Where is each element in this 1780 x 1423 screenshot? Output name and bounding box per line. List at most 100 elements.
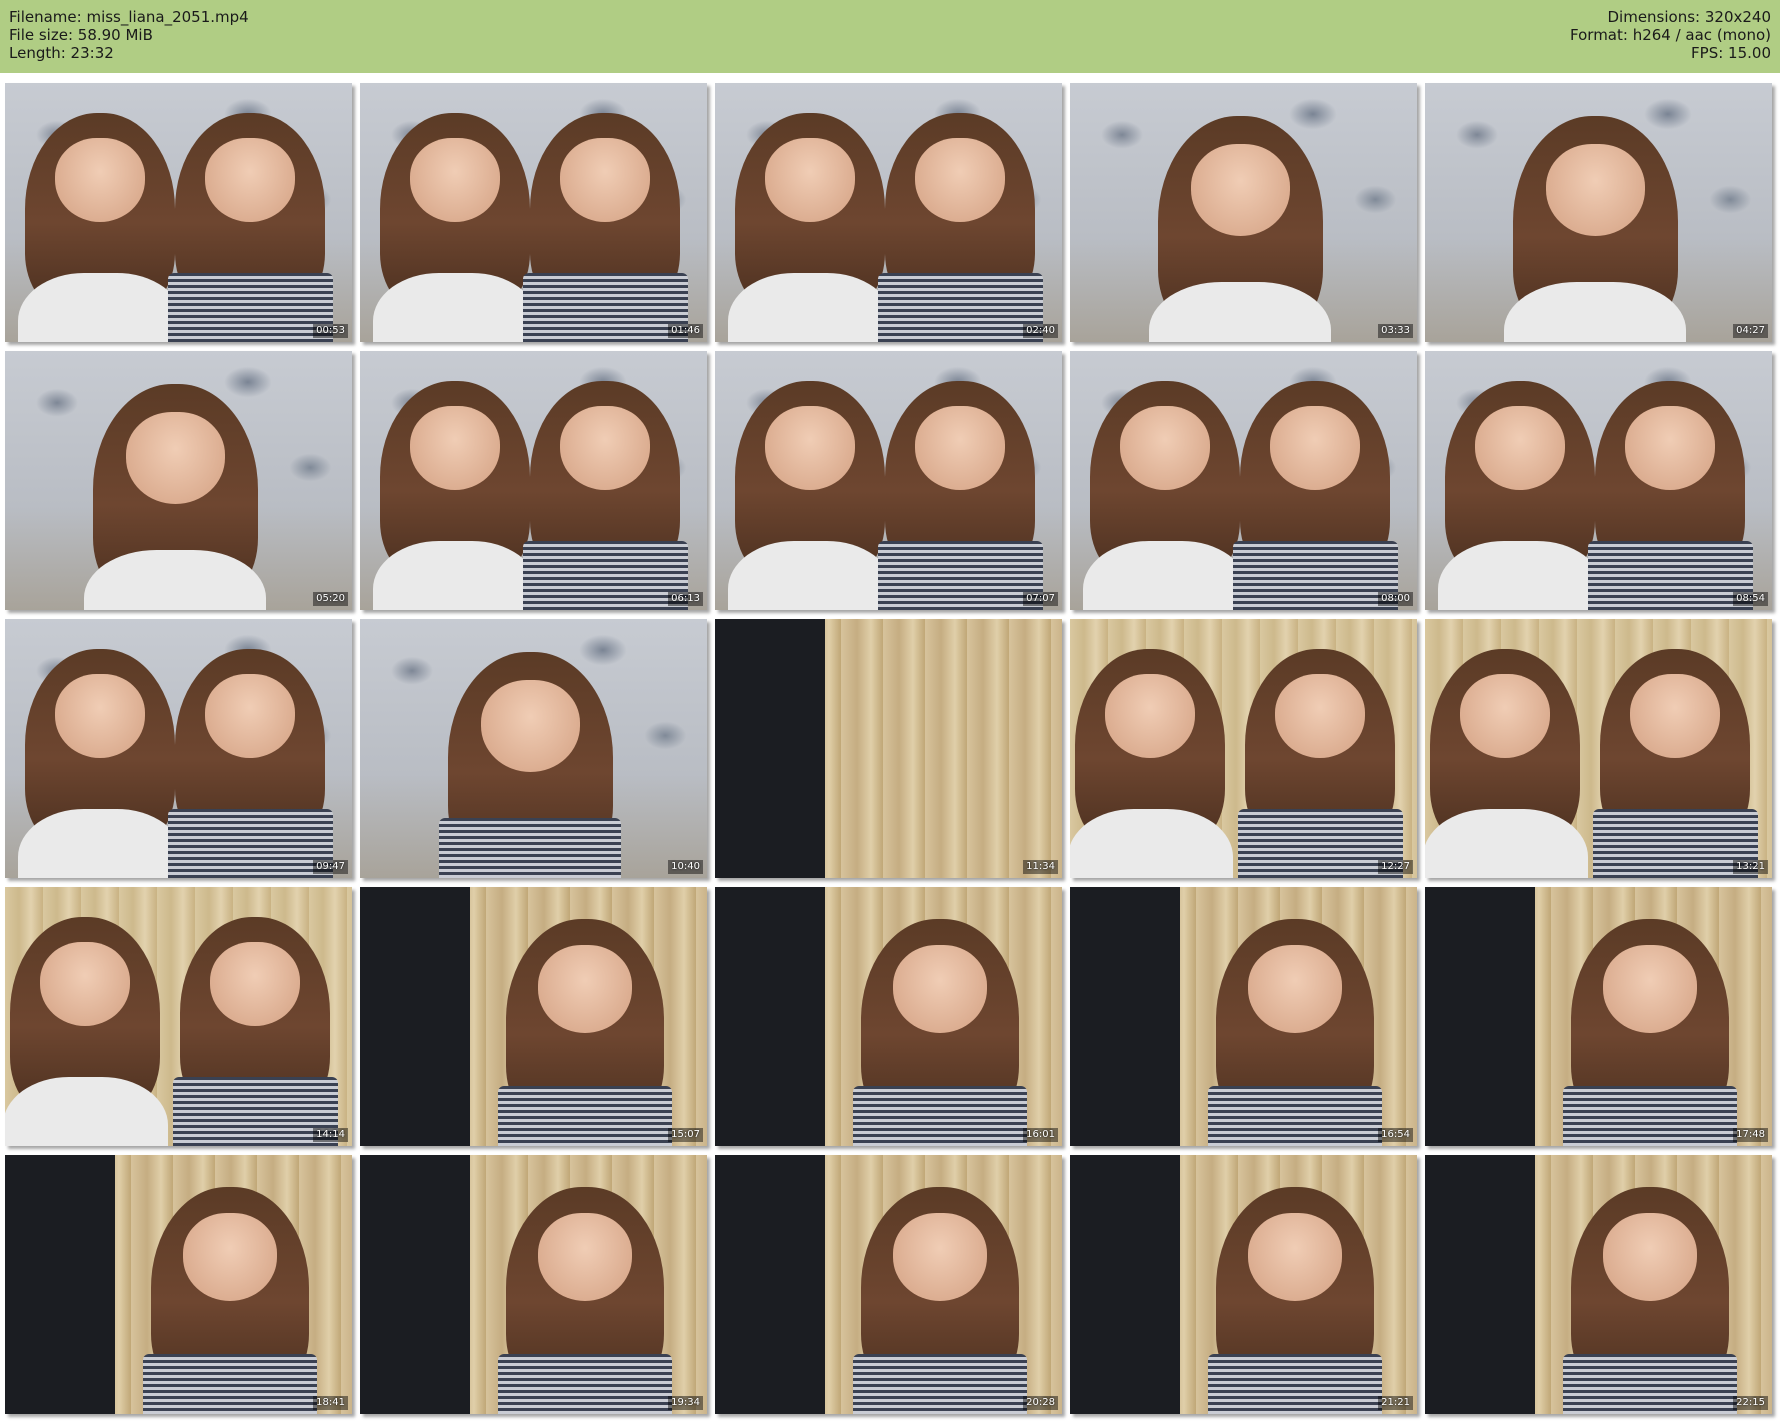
video-frame-thumbnail[interactable]: 10:40	[360, 619, 707, 878]
video-frame-thumbnail[interactable]: 13:21	[1425, 619, 1772, 878]
person-face	[125, 411, 225, 504]
video-frame-thumbnail[interactable]: 16:54	[1070, 887, 1417, 1146]
person-face	[560, 406, 650, 490]
timestamp-label: 02:40	[1023, 324, 1058, 338]
thumbnail-cell: 02:40	[710, 80, 1065, 348]
timestamp-label: 04:27	[1733, 324, 1768, 338]
person-face	[210, 942, 300, 1026]
video-frame-thumbnail[interactable]: 14:14	[5, 887, 352, 1146]
video-frame-thumbnail[interactable]: 20:28	[715, 1155, 1062, 1414]
video-frame-thumbnail[interactable]: 09:47	[5, 619, 352, 878]
person-face	[560, 138, 650, 222]
timestamp-label: 18:41	[313, 1396, 348, 1410]
person-face	[1625, 406, 1715, 490]
video-frame-thumbnail[interactable]: 19:34	[360, 1155, 707, 1414]
person-striped-top	[1587, 541, 1753, 610]
video-frame-thumbnail[interactable]: 07:07	[715, 351, 1062, 610]
length-text: Length: 23:32	[9, 44, 114, 62]
timestamp-label: 08:00	[1378, 592, 1413, 606]
person-face	[410, 406, 500, 490]
filesize-text: File size: 58.90 MiB	[9, 26, 153, 44]
person-white-shirt	[5, 1077, 168, 1146]
video-frame-thumbnail[interactable]: 04:27	[1425, 83, 1772, 342]
person-face	[1602, 944, 1698, 1033]
person-face	[1247, 944, 1343, 1033]
thumbnail-cell: 12:27	[1065, 616, 1420, 884]
thumbnail-cell: 06:13	[355, 348, 710, 616]
person-face	[182, 1212, 278, 1301]
video-frame-thumbnail[interactable]: 12:27	[1070, 619, 1417, 878]
person-striped-top	[439, 818, 621, 878]
person-face	[1120, 406, 1210, 490]
thumbnail-cell: 16:01	[710, 884, 1065, 1152]
format-text: Format: h264 / aac (mono)	[1570, 26, 1771, 44]
video-frame-thumbnail[interactable]: 15:07	[360, 887, 707, 1146]
video-frame-thumbnail[interactable]: 02:40	[715, 83, 1062, 342]
person-striped-top	[522, 541, 688, 610]
video-frame-thumbnail[interactable]: 03:33	[1070, 83, 1417, 342]
video-frame-thumbnail[interactable]: 06:13	[360, 351, 707, 610]
person-striped-top	[877, 541, 1043, 610]
timestamp-label: 12:27	[1378, 860, 1413, 874]
thumbnail-cell: 13:21	[1420, 616, 1775, 884]
person-striped-top	[167, 273, 333, 342]
timestamp-label: 09:47	[313, 860, 348, 874]
video-frame-thumbnail[interactable]: 01:46	[360, 83, 707, 342]
fps-text: FPS: 15.00	[1691, 44, 1771, 62]
timestamp-label: 10:40	[668, 860, 703, 874]
person-white-shirt	[727, 273, 893, 342]
video-frame-thumbnail[interactable]: 05:20	[5, 351, 352, 610]
person-face	[1190, 143, 1290, 236]
timestamp-label: 08:54	[1733, 592, 1768, 606]
timestamp-label: 22:15	[1733, 1396, 1768, 1410]
video-frame-thumbnail[interactable]: 16:01	[715, 887, 1062, 1146]
video-frame-thumbnail[interactable]: 18:41	[5, 1155, 352, 1414]
timestamp-label: 20:28	[1023, 1396, 1058, 1410]
person-face	[915, 406, 1005, 490]
thumbnail-cell: 22:15	[1420, 1152, 1775, 1420]
person-striped-top	[1563, 1085, 1737, 1146]
person-face	[1275, 674, 1365, 758]
thumbnail-cell: 08:00	[1065, 348, 1420, 616]
video-frame-thumbnail[interactable]: 00:53	[5, 83, 352, 342]
person-face	[205, 138, 295, 222]
thumbnail-cell: 04:27	[1420, 80, 1775, 348]
thumbnail-cell: 19:34	[355, 1152, 710, 1420]
person-striped-top	[1232, 541, 1398, 610]
person-white-shirt	[727, 541, 893, 610]
person-white-shirt	[1070, 809, 1233, 878]
video-frame-thumbnail[interactable]: 21:21	[1070, 1155, 1417, 1414]
person-face	[55, 138, 145, 222]
filename-text: Filename: miss_liana_2051.mp4	[9, 8, 249, 26]
thumbnail-cell: 17:48	[1420, 884, 1775, 1152]
file-info-left: Filename: miss_liana_2051.mp4 File size:…	[9, 8, 249, 62]
person-striped-top	[522, 273, 688, 342]
thumbnail-cell: 03:33	[1065, 80, 1420, 348]
person-face	[1602, 1212, 1698, 1301]
person-face	[1545, 143, 1645, 236]
timestamp-label: 14:14	[313, 1128, 348, 1142]
person-striped-top	[143, 1353, 317, 1414]
video-frame-thumbnail[interactable]: 08:00	[1070, 351, 1417, 610]
person-white-shirt	[372, 541, 538, 610]
timestamp-label: 16:54	[1378, 1128, 1413, 1142]
video-frame-thumbnail[interactable]: 22:15	[1425, 1155, 1772, 1414]
thumbnail-cell: 01:46	[355, 80, 710, 348]
timestamp-label: 07:07	[1023, 592, 1058, 606]
person-face	[410, 138, 500, 222]
video-frame-thumbnail[interactable]: 17:48	[1425, 887, 1772, 1146]
person-face	[537, 944, 633, 1033]
thumbnail-cell: 10:40	[355, 616, 710, 884]
dimensions-text: Dimensions: 320x240	[1607, 8, 1771, 26]
video-frame-thumbnail[interactable]: 11:34	[715, 619, 1062, 878]
thumbnail-grid: 00:53 01:46 02:40 03:33 04:27 05:20 06:13 07:07…	[0, 80, 1780, 1420]
timestamp-label: 00:53	[313, 324, 348, 338]
video-frame-thumbnail[interactable]: 08:54	[1425, 351, 1772, 610]
person-striped-top	[877, 273, 1043, 342]
thumbnail-cell: 14:14	[0, 884, 355, 1152]
person-white-shirt	[1082, 541, 1248, 610]
timestamp-label: 16:01	[1023, 1128, 1058, 1142]
thumbnail-cell: 09:47	[0, 616, 355, 884]
person-face	[892, 1212, 988, 1301]
person-striped-top	[1208, 1353, 1382, 1414]
